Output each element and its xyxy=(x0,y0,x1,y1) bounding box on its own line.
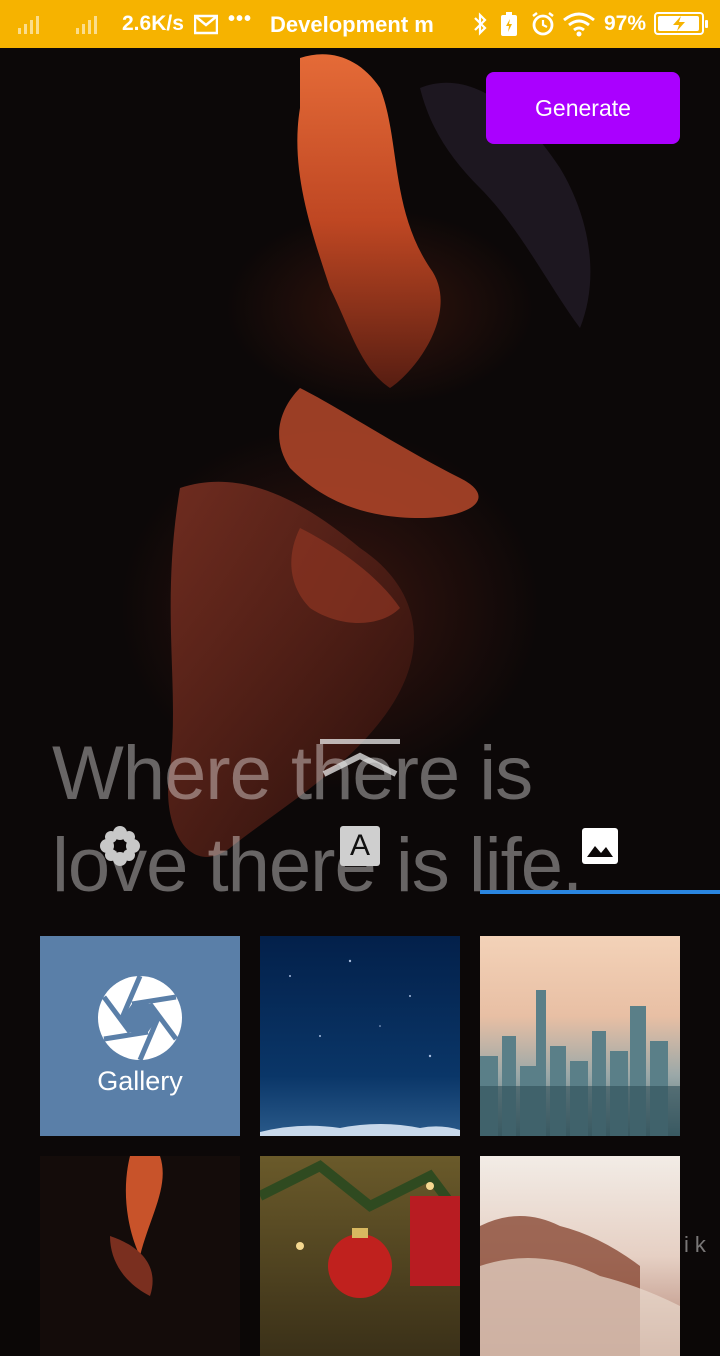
tab-image[interactable] xyxy=(582,828,618,869)
thumbnail-christmas[interactable] xyxy=(260,1156,460,1356)
signal-icon xyxy=(18,14,39,34)
flower-icon xyxy=(100,826,140,866)
christmas-ornament-image xyxy=(260,1160,460,1298)
thumbnail-night-sky[interactable] xyxy=(260,936,460,1136)
thumbnail-city[interactable] xyxy=(480,936,680,1136)
watermark: ik xyxy=(684,1232,712,1257)
night-sky-image xyxy=(260,959,460,1136)
battery-saver-icon xyxy=(501,12,517,36)
gallery-tile[interactable]: Gallery xyxy=(40,936,240,1136)
expand-panel-icon[interactable] xyxy=(320,736,400,780)
text-format-icon: A xyxy=(349,829,370,862)
battery-icon xyxy=(654,12,708,35)
aperture-icon xyxy=(98,975,182,1060)
tab-text[interactable]: A xyxy=(340,826,380,866)
selected-tab-indicator xyxy=(480,890,720,894)
wifi-icon xyxy=(563,12,595,37)
more-notifications: ••• xyxy=(228,8,253,30)
charging-icon xyxy=(673,16,685,31)
network-speed: 2.6K/s xyxy=(122,12,184,35)
thumbnail-canyon[interactable] xyxy=(40,1156,240,1356)
bluetooth-icon xyxy=(474,12,487,36)
generate-button[interactable]: Generate xyxy=(486,72,680,144)
thumbnail-forest[interactable] xyxy=(480,1156,680,1356)
city-image xyxy=(480,990,680,1136)
tab-effects[interactable] xyxy=(98,824,142,873)
status-bar: 2.6K/s ••• Development m 97% xyxy=(0,0,720,48)
image-icon xyxy=(582,828,618,864)
notification-text: Development m xyxy=(270,12,434,37)
battery-percent: 97% xyxy=(604,12,647,35)
alarm-icon xyxy=(532,12,554,36)
canyon-thumbnail-image xyxy=(110,1156,163,1296)
signal-icon-2 xyxy=(76,14,97,34)
gallery-label: Gallery xyxy=(97,1065,183,1096)
forest-image xyxy=(480,1216,680,1356)
mail-icon xyxy=(194,14,218,35)
